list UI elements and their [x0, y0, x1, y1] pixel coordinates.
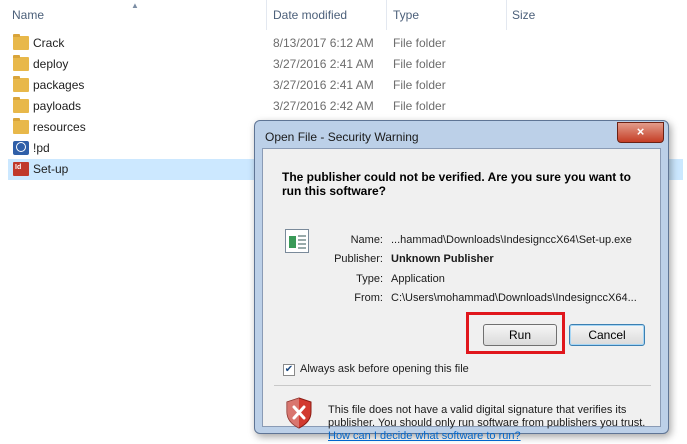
always-ask-label[interactable]: Always ask before opening this file	[300, 363, 469, 375]
folder-icon	[13, 76, 29, 92]
file-date: 3/27/2016 2:41 AM	[273, 78, 374, 92]
file-type: File folder	[393, 78, 446, 92]
file-row[interactable]: Crack 8/13/2017 6:12 AM File folder	[8, 33, 683, 54]
file-date: 3/27/2016 2:42 AM	[273, 99, 374, 113]
cancel-button[interactable]: Cancel	[569, 324, 645, 346]
close-button[interactable]: ×	[617, 122, 664, 143]
file-type: File folder	[393, 36, 446, 50]
app-icon	[13, 141, 29, 155]
folder-icon	[13, 118, 29, 134]
type-label: Type:	[356, 273, 383, 285]
file-name: Crack	[33, 36, 65, 50]
file-name: payloads	[33, 99, 82, 113]
name-label: Name:	[350, 234, 383, 246]
publisher-label: Publisher:	[334, 253, 383, 265]
security-warning-dialog: Open File - Security Warning × The publi…	[254, 120, 669, 442]
always-ask-checkbox[interactable]: ✔	[283, 364, 295, 376]
file-date: 8/13/2017 6:12 AM	[273, 36, 374, 50]
file-name: packages	[33, 78, 85, 92]
column-type[interactable]: Type	[381, 0, 506, 30]
dialog-headline: The publisher could not be verified. Are…	[282, 170, 631, 198]
file-type: File folder	[393, 99, 446, 113]
dialog-title: Open File - Security Warning	[265, 130, 419, 144]
warning-text: This file does not have a valid digital …	[328, 404, 646, 429]
file-name: deploy	[33, 57, 69, 71]
run-button[interactable]: Run	[483, 324, 557, 346]
publisher-value: Unknown Publisher	[391, 253, 494, 265]
pdf-installer-icon: Id	[13, 162, 29, 176]
name-value: ...hammad\Downloads\IndesignccX64\Set-up…	[391, 234, 632, 246]
file-row[interactable]: deploy 3/27/2016 2:41 AM File folder	[8, 54, 683, 75]
column-date-modified[interactable]: Date modified	[261, 0, 386, 30]
folder-icon	[13, 55, 29, 71]
dialog-body: The publisher could not be verified. Are…	[262, 148, 661, 442]
file-row[interactable]: packages 3/27/2016 2:41 AM File folder	[8, 75, 683, 96]
file-date: 3/27/2016 2:41 AM	[273, 57, 374, 71]
file-name: resources	[33, 120, 86, 134]
column-size[interactable]: Size	[500, 0, 580, 30]
from-label: From:	[354, 292, 383, 304]
column-name[interactable]: Name	[0, 0, 266, 30]
type-value: Application	[391, 273, 445, 285]
folder-icon	[13, 34, 29, 50]
file-row[interactable]: payloads 3/27/2016 2:42 AM File folder	[8, 96, 683, 117]
file-name: Set-up	[33, 162, 69, 176]
divider	[274, 385, 651, 386]
from-value: C:\Users\mohammad\Downloads\IndesignccX6…	[391, 292, 637, 304]
file-type: File folder	[393, 57, 446, 71]
folder-icon	[13, 97, 29, 113]
shield-warning-icon	[286, 397, 312, 429]
file-name: !pd	[33, 141, 50, 155]
help-link[interactable]: How can I decide what software to run?	[328, 430, 521, 442]
column-header-bar: ▲ Name Date modified Type Size	[0, 0, 687, 30]
